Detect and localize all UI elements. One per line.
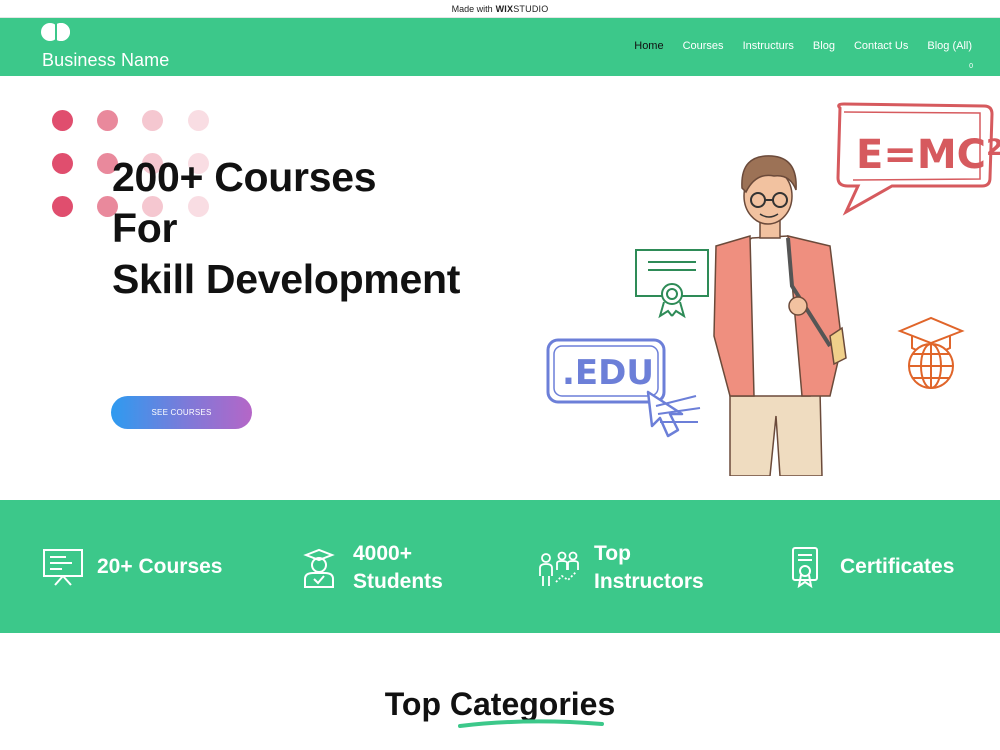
business-logo-icon[interactable] — [41, 22, 71, 42]
stat-courses: 20+ Courses — [42, 547, 223, 587]
stat-certificates: Certificates — [790, 546, 954, 588]
stat-courses-label: 20+ Courses — [97, 555, 223, 578]
speech-bubble-text: E=MC² — [856, 132, 1000, 178]
see-courses-button[interactable]: SEE COURSES — [111, 396, 252, 429]
stats-band: 20+ Courses 4000+ Students Top Instructo… — [0, 500, 1000, 633]
hero-title: 200+ Courses For Skill Development — [112, 152, 460, 305]
nav-contact-us[interactable]: Contact Us — [854, 40, 908, 52]
wix-banner-prefix: Made with — [451, 3, 493, 14]
nav-home[interactable]: Home — [634, 40, 663, 52]
certificate-drawing-icon — [635, 249, 709, 319]
site-header: Business Name Home Courses Instructurs B… — [0, 18, 1000, 76]
graduation-globe-icon — [897, 316, 965, 389]
stat-certificates-label: Certificates — [840, 555, 955, 578]
stat-instructors-line-1: Top — [594, 542, 631, 565]
stat-instructors-line-2: Instructors — [594, 570, 704, 593]
stat-students-line-1: 4000+ — [353, 542, 412, 565]
student-illustration: E=MC² .EDU — [546, 102, 1000, 476]
nav-courses[interactable]: Courses — [683, 40, 724, 52]
hero-title-line-1: 200+ Courses — [112, 154, 377, 200]
edu-click-icon: .EDU — [546, 338, 701, 438]
stat-students: 4000+ Students — [302, 540, 443, 596]
hero-section: 200+ Courses For Skill Development SEE C… — [0, 76, 1000, 500]
wix-made-with-banner[interactable]: Made with WIXSTUDIO — [0, 0, 1000, 18]
hero-title-line-3: Skill Development — [112, 256, 461, 302]
wix-banner-brand: WIXSTUDIO — [495, 3, 549, 14]
presentation-board-icon — [43, 549, 83, 586]
graduate-student-icon — [303, 548, 335, 588]
edu-text: .EDU — [562, 353, 654, 393]
instructors-group-icon — [539, 551, 579, 586]
cart-count-badge[interactable]: 0 — [969, 63, 973, 70]
certificate-icon — [792, 547, 818, 588]
stat-students-line-2: Students — [353, 570, 443, 593]
business-name[interactable]: Business Name — [42, 50, 169, 71]
title-underline-decoration — [458, 719, 604, 728]
stat-instructors: Top Instructors — [538, 540, 704, 596]
student-figure — [713, 155, 847, 476]
nav-blog-all[interactable]: Blog (All) — [927, 40, 972, 52]
nav-instructors[interactable]: Instructurs — [743, 40, 794, 52]
speech-bubble-icon: E=MC² — [836, 102, 1000, 216]
hero-title-line-2: For — [112, 205, 178, 251]
main-nav: Home Courses Instructurs Blog Contact Us… — [615, 40, 972, 52]
nav-blog[interactable]: Blog — [813, 40, 835, 52]
